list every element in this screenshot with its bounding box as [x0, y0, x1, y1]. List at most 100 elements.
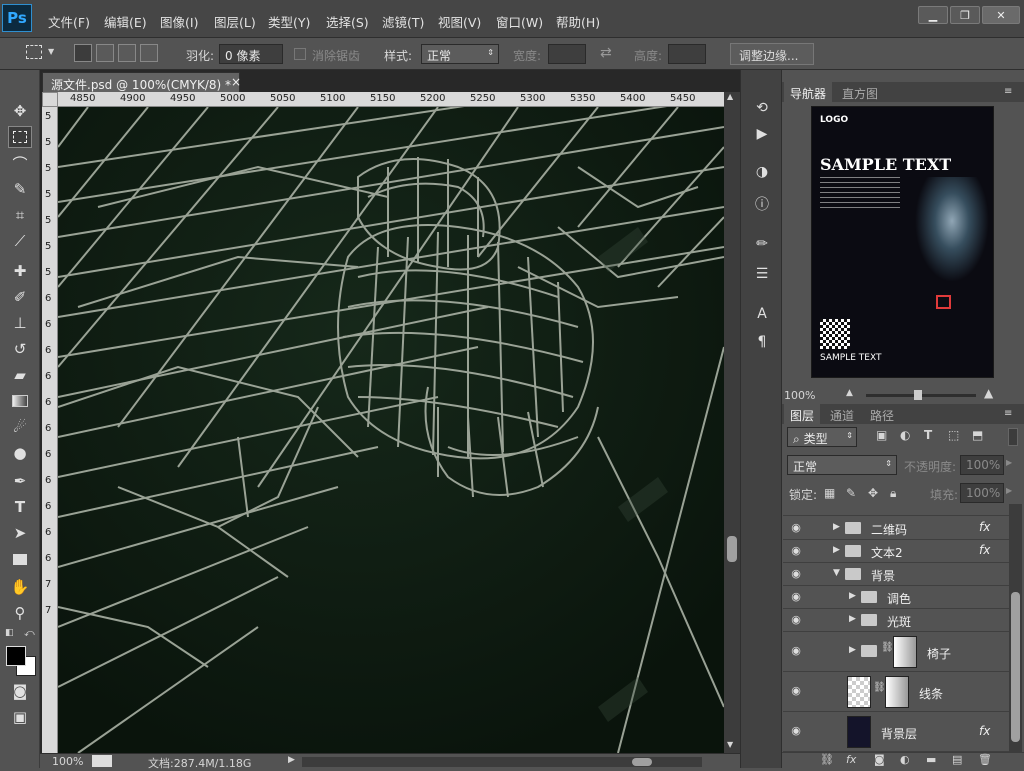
layer-fx-badge[interactable]: fx [979, 543, 990, 557]
add-mask-icon[interactable]: ◙ [874, 753, 885, 766]
layer-fx-badge[interactable]: fx [979, 724, 990, 738]
layer-row[interactable]: ◉ ▶ 二维码 fx [783, 517, 1009, 540]
expand-arrow-icon[interactable]: ▶ [849, 591, 856, 601]
filter-type-icon[interactable]: T [924, 428, 932, 442]
visibility-eye-icon[interactable]: ◉ [789, 613, 803, 627]
subtract-selection-icon[interactable] [118, 44, 136, 62]
zoom-in-icon[interactable]: ▲ [984, 386, 993, 400]
brush-tool-icon[interactable]: ✐ [8, 286, 32, 308]
mask-link-icon[interactable]: ⛓ [881, 642, 894, 653]
fill-arrow-icon[interactable]: ▶ [1006, 486, 1012, 495]
new-selection-icon[interactable] [74, 44, 92, 62]
info-panel-icon[interactable]: ⓘ [752, 194, 772, 214]
visibility-eye-icon[interactable]: ◉ [789, 544, 803, 558]
antialias-checkbox[interactable] [294, 48, 306, 60]
close-button[interactable]: ✕ [982, 6, 1020, 24]
blur-tool-icon[interactable]: ☄ [8, 416, 32, 438]
tab-layers[interactable]: 图层 [784, 404, 821, 424]
menu-file[interactable]: 文件(F) [48, 12, 90, 31]
feather-input[interactable]: 0 像素 [219, 44, 283, 64]
quick-mask-icon[interactable]: ◙ [8, 680, 32, 702]
menu-select[interactable]: 选择(S) [326, 12, 369, 31]
lock-position-icon[interactable]: ✥ [868, 486, 878, 500]
scroll-thumb[interactable] [727, 536, 737, 562]
lock-transparent-icon[interactable]: ▦ [824, 486, 835, 500]
add-selection-icon[interactable] [96, 44, 114, 62]
zoom-out-icon[interactable]: ▲ [846, 388, 853, 398]
gradient-tool-icon[interactable] [8, 390, 32, 412]
tab-histogram[interactable]: 直方图 [836, 82, 885, 102]
fill-input[interactable]: 100% [960, 483, 1004, 503]
panel-menu-icon[interactable]: ≡ [1004, 86, 1012, 97]
layer-mask-thumbnail[interactable] [885, 676, 909, 708]
restore-button[interactable]: ❐ [950, 6, 980, 24]
expand-arrow-icon[interactable]: ▶ [849, 614, 856, 624]
ruler-origin[interactable] [42, 92, 58, 107]
style-select[interactable]: 正常 ⇕ [421, 44, 499, 64]
navigator-zoom[interactable]: 100% [784, 389, 815, 402]
tab-close-icon[interactable]: × [231, 75, 241, 89]
layer-row[interactable]: ◉ ▼ 背景 [783, 563, 1009, 586]
eraser-tool-icon[interactable]: ▰ [8, 364, 32, 386]
adjustments-panel-icon[interactable]: ☰ [752, 264, 772, 284]
visibility-eye-icon[interactable]: ◉ [789, 521, 803, 535]
layer-name[interactable]: 光斑 [887, 613, 911, 630]
opacity-arrow-icon[interactable]: ▶ [1006, 458, 1012, 467]
character-panel-icon[interactable]: A [752, 304, 772, 324]
link-layers-icon[interactable]: ⛓ [820, 753, 834, 766]
type-tool-icon[interactable]: T [8, 496, 32, 518]
lock-all-icon[interactable]: 🔒︎ [890, 486, 896, 501]
status-icon[interactable] [92, 755, 112, 767]
layer-row[interactable]: ◉ ▶ 调色 [783, 586, 1009, 609]
menu-edit[interactable]: 编辑(E) [104, 12, 147, 31]
pen-tool-icon[interactable]: ✒ [8, 470, 32, 492]
layers-scroll-thumb[interactable] [1011, 592, 1020, 742]
paragraph-panel-icon[interactable]: ¶ [752, 332, 772, 352]
h-scroll-thumb[interactable] [632, 758, 652, 766]
menu-window[interactable]: 窗口(W) [496, 12, 543, 31]
path-select-icon[interactable]: ➤ [8, 522, 32, 544]
swap-icon[interactable]: ⇄ [600, 45, 612, 61]
width-input[interactable] [548, 44, 586, 64]
visibility-eye-icon[interactable]: ◉ [789, 724, 803, 738]
marquee-preset-icon[interactable] [26, 45, 42, 59]
lasso-tool-icon[interactable]: ⌒ [8, 152, 32, 174]
swap-colors-icon[interactable]: ⤺ [24, 628, 35, 639]
add-style-icon[interactable]: fx [846, 753, 856, 766]
mask-link-icon[interactable]: ⛓ [873, 682, 886, 693]
expand-arrow-icon[interactable]: ▶ [833, 545, 840, 555]
intersect-selection-icon[interactable] [140, 44, 158, 62]
layer-row[interactable]: ◉ ▶ ⛓ 椅子 [783, 632, 1009, 672]
vertical-scrollbar[interactable]: ▲ ▼ [724, 92, 740, 753]
tab-paths[interactable]: 路径 [864, 404, 901, 424]
layer-name[interactable]: 线条 [919, 685, 943, 702]
blend-mode-select[interactable]: 正常 ⇕ [787, 455, 897, 475]
new-adjustment-icon[interactable]: ◐ [900, 753, 910, 766]
layer-row[interactable]: ◉ ▶ 光斑 [783, 609, 1009, 632]
screen-mode-icon[interactable]: ▣ [8, 706, 32, 728]
visibility-eye-icon[interactable]: ◉ [789, 590, 803, 604]
layer-thumbnail[interactable] [847, 716, 871, 748]
canvas-wireframe-image[interactable] [58, 107, 724, 753]
menu-image[interactable]: 图像(I) [160, 12, 198, 31]
chevron-down-icon[interactable]: ▼ [48, 47, 54, 56]
zoom-tool-icon[interactable]: ⚲ [8, 602, 32, 624]
menu-help[interactable]: 帮助(H) [556, 12, 600, 31]
menu-type[interactable]: 类型(Y) [268, 12, 310, 31]
new-layer-icon[interactable]: ▤ [952, 753, 962, 766]
layer-name[interactable]: 背景层 [881, 725, 917, 742]
expand-arrow-icon[interactable]: ▶ [849, 645, 856, 655]
scroll-up-icon[interactable]: ▲ [727, 92, 733, 101]
hand-tool-icon[interactable]: ✋ [8, 576, 32, 598]
filter-pixel-icon[interactable]: ▣ [876, 428, 887, 442]
zoom-level[interactable]: 100% [52, 755, 83, 768]
layer-name[interactable]: 文本2 [871, 544, 903, 561]
marquee-tool-icon[interactable] [8, 126, 32, 148]
stamp-tool-icon[interactable]: ⊥ [8, 312, 32, 334]
zoom-slider-thumb[interactable] [914, 390, 922, 400]
visibility-eye-icon[interactable]: ◉ [789, 684, 803, 698]
layer-fx-badge[interactable]: fx [979, 520, 990, 534]
minimize-button[interactable]: ▁ [918, 6, 948, 24]
horizontal-scrollbar[interactable] [302, 757, 702, 767]
color-panel-icon[interactable]: ◑ [752, 162, 772, 182]
